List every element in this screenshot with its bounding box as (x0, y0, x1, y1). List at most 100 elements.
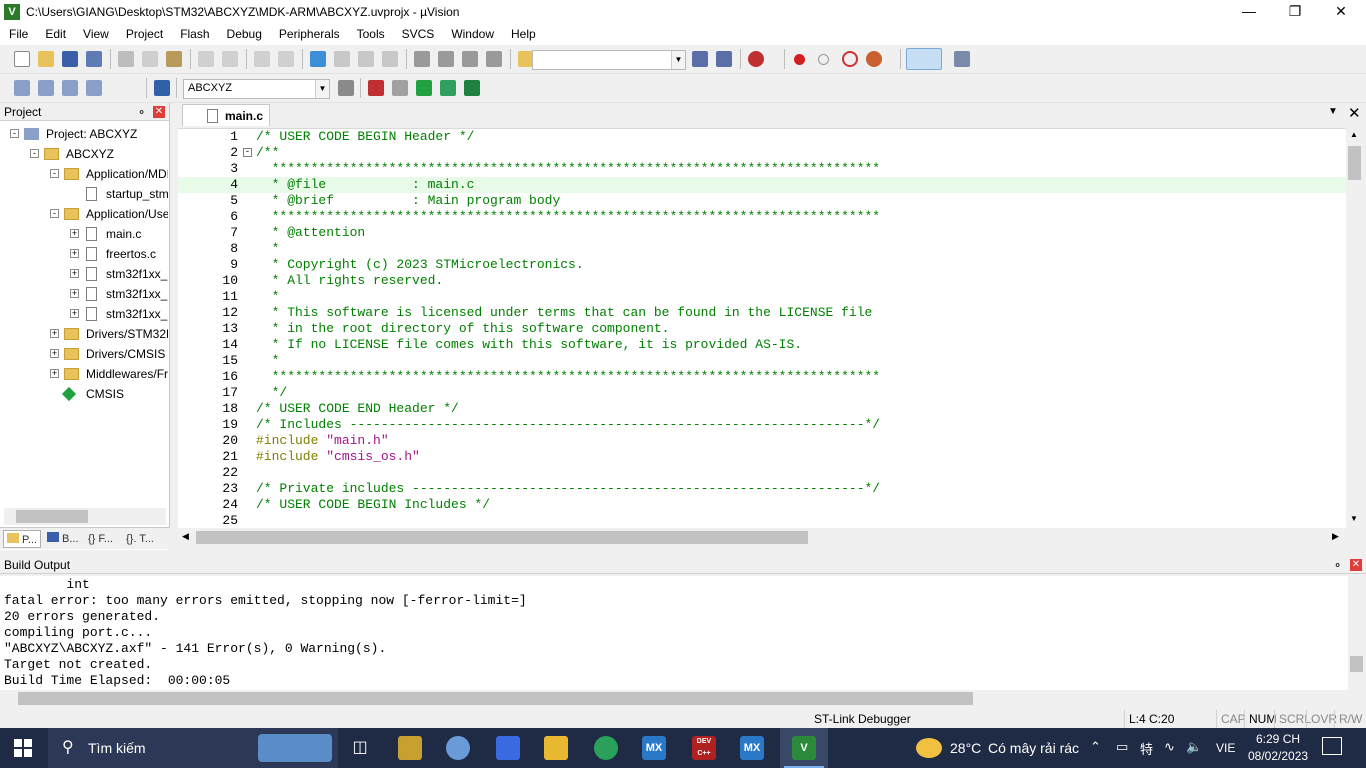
scroll-down-icon[interactable]: ▼ (1350, 514, 1358, 523)
project-horizontal-scrollbar[interactable] (4, 508, 166, 525)
nav-forward-icon[interactable] (278, 51, 294, 67)
code-line[interactable]: 4 * @file : main.c (178, 177, 1346, 193)
clock-time[interactable]: 6:29 CH (1256, 732, 1300, 746)
task-view-icon[interactable]: ◫ (348, 736, 372, 760)
code-line[interactable]: 21 #include "cmsis_os.h" (178, 449, 1346, 465)
rebuild-icon[interactable] (62, 80, 78, 96)
chevron-down-icon[interactable]: ▼ (315, 80, 329, 98)
collapse-icon[interactable]: - (50, 209, 59, 218)
replace-icon[interactable] (716, 51, 732, 67)
code-line[interactable]: 25 (178, 513, 1346, 528)
tab-main-c[interactable]: main.c (182, 104, 270, 126)
scrollbar-thumb[interactable] (1350, 656, 1363, 672)
scroll-right-icon[interactable]: ▶ (1332, 531, 1339, 542)
chrome-icon[interactable] (594, 736, 618, 760)
breakpoint-icon[interactable] (794, 54, 805, 65)
nav-back-icon[interactable] (254, 51, 270, 67)
menu-help[interactable]: Help (502, 27, 544, 41)
scrollbar-thumb[interactable] (18, 692, 973, 705)
menu-window[interactable]: Window (442, 27, 502, 41)
save-icon[interactable] (62, 51, 78, 67)
expand-icon[interactable]: + (70, 269, 79, 278)
code-line[interactable]: 3 **************************************… (178, 161, 1346, 177)
weather-description[interactable]: Có mây rải rác (988, 740, 1079, 756)
volume-icon[interactable]: 🔈 (1186, 739, 1202, 755)
code-line[interactable]: 10 * All rights reserved. (178, 273, 1346, 289)
undo-icon[interactable] (198, 51, 214, 67)
kill-breakpoints-icon[interactable] (866, 51, 882, 67)
tab-project[interactable]: P... (3, 530, 41, 548)
menu-file[interactable]: File (0, 27, 36, 41)
build-horizontal-scrollbar[interactable] (0, 690, 1366, 707)
tree-item[interactable]: - Application/User (0, 204, 168, 224)
code-editor[interactable]: 1/* USER CODE BEGIN Header */2-/** 3 ****… (178, 128, 1346, 528)
uvision-taskbar-item[interactable]: V (780, 728, 828, 768)
find-icon[interactable] (692, 51, 708, 67)
tab-books[interactable]: B... (44, 530, 84, 548)
code-line[interactable]: 14 * If no LICENSE file comes with this … (178, 337, 1346, 353)
tab-list-dropdown-icon[interactable]: ▼ (1328, 106, 1338, 117)
collapse-icon[interactable]: - (30, 149, 39, 158)
tree-item[interactable]: + stm32f1xx_it (0, 264, 168, 284)
clear-breakpoints-icon[interactable] (842, 51, 858, 67)
expand-icon[interactable]: + (70, 289, 79, 298)
tree-item[interactable]: - Project: ABCXYZ (0, 124, 168, 144)
code-line[interactable]: 2-/** (178, 145, 1346, 161)
prev-bookmark-icon[interactable] (334, 51, 350, 67)
target-options-icon[interactable] (338, 80, 354, 96)
tab-templates[interactable]: {}. T... (126, 530, 166, 548)
tree-item[interactable]: + Middlewares/FreeRTOS (0, 364, 168, 384)
open-file-icon[interactable] (38, 51, 54, 67)
paint-app-icon[interactable] (446, 736, 470, 760)
taskbar-search-box[interactable]: ⚲ Tìm kiếm (48, 728, 338, 768)
build-icon[interactable] (38, 80, 54, 96)
pin-icon[interactable]: ⚬ (137, 104, 146, 122)
chevron-down-icon[interactable]: ▼ (671, 51, 685, 69)
scroll-left-icon[interactable]: ◀ (182, 531, 189, 542)
weather-icon[interactable] (916, 738, 942, 758)
next-bookmark-icon[interactable] (358, 51, 374, 67)
expand-icon[interactable]: + (50, 349, 59, 358)
code-line[interactable]: 13 * in the root directory of this softw… (178, 321, 1346, 337)
code-line[interactable]: 17 */ (178, 385, 1346, 401)
tab-functions[interactable]: {} F... (88, 530, 124, 548)
tree-item[interactable]: + Drivers/STM32F1xx (0, 324, 168, 344)
tree-item[interactable]: + stm32f1xx_hal (0, 304, 168, 324)
close-icon[interactable]: ✕ (1350, 559, 1362, 571)
build-vertical-scrollbar[interactable] (1348, 576, 1365, 690)
file-explorer-icon[interactable] (544, 736, 568, 760)
pin-icon[interactable]: ⚬ (1333, 557, 1342, 575)
code-line[interactable]: 24 /* USER CODE BEGIN Includes */ (178, 497, 1346, 513)
menu-debug[interactable]: Debug (218, 27, 270, 41)
cut-icon[interactable] (118, 51, 134, 67)
tree-item[interactable]: + main.c (0, 224, 168, 244)
notification-icon[interactable] (1322, 737, 1342, 755)
disable-breakpoint-icon[interactable] (818, 54, 829, 65)
minimize-button[interactable]: — (1226, 0, 1272, 23)
manage-rte-icon[interactable] (416, 80, 432, 96)
code-line[interactable]: 5 * @brief : Main program body (178, 193, 1346, 209)
collapse-icon[interactable]: - (50, 169, 59, 178)
tree-item[interactable]: startup_stm32 (0, 184, 168, 204)
code-line[interactable]: 18 /* USER CODE END Header */ (178, 401, 1346, 417)
code-line[interactable]: 12 * This software is licensed under ter… (178, 305, 1346, 321)
translate-icon[interactable] (14, 80, 30, 96)
clock-date[interactable]: 08/02/2023 (1248, 749, 1308, 763)
select-pack-icon[interactable] (392, 80, 408, 96)
code-line[interactable]: 6 **************************************… (178, 209, 1346, 225)
manage-project-icon[interactable] (368, 80, 384, 96)
window-layout-icon[interactable] (906, 48, 942, 70)
ime-icon[interactable]: 特 (1140, 739, 1153, 758)
stm32cubemx-icon[interactable] (464, 80, 480, 96)
close-button[interactable]: ✕ (1318, 0, 1364, 23)
editor-horizontal-scrollbar[interactable]: ◀ ▶ (178, 529, 1346, 546)
devcpp-taskbar-icon[interactable]: DEV C++ (692, 736, 716, 760)
scrollbar-thumb[interactable] (196, 531, 808, 544)
bookmark-icon[interactable] (310, 51, 326, 67)
tools-app-icon[interactable] (398, 736, 422, 760)
scrollbar-thumb[interactable] (16, 510, 88, 523)
tree-item[interactable]: + stm32f1xx_hal (0, 284, 168, 304)
configure-icon[interactable] (954, 51, 970, 67)
uncomment-icon[interactable] (486, 51, 502, 67)
menu-view[interactable]: View (74, 27, 117, 41)
